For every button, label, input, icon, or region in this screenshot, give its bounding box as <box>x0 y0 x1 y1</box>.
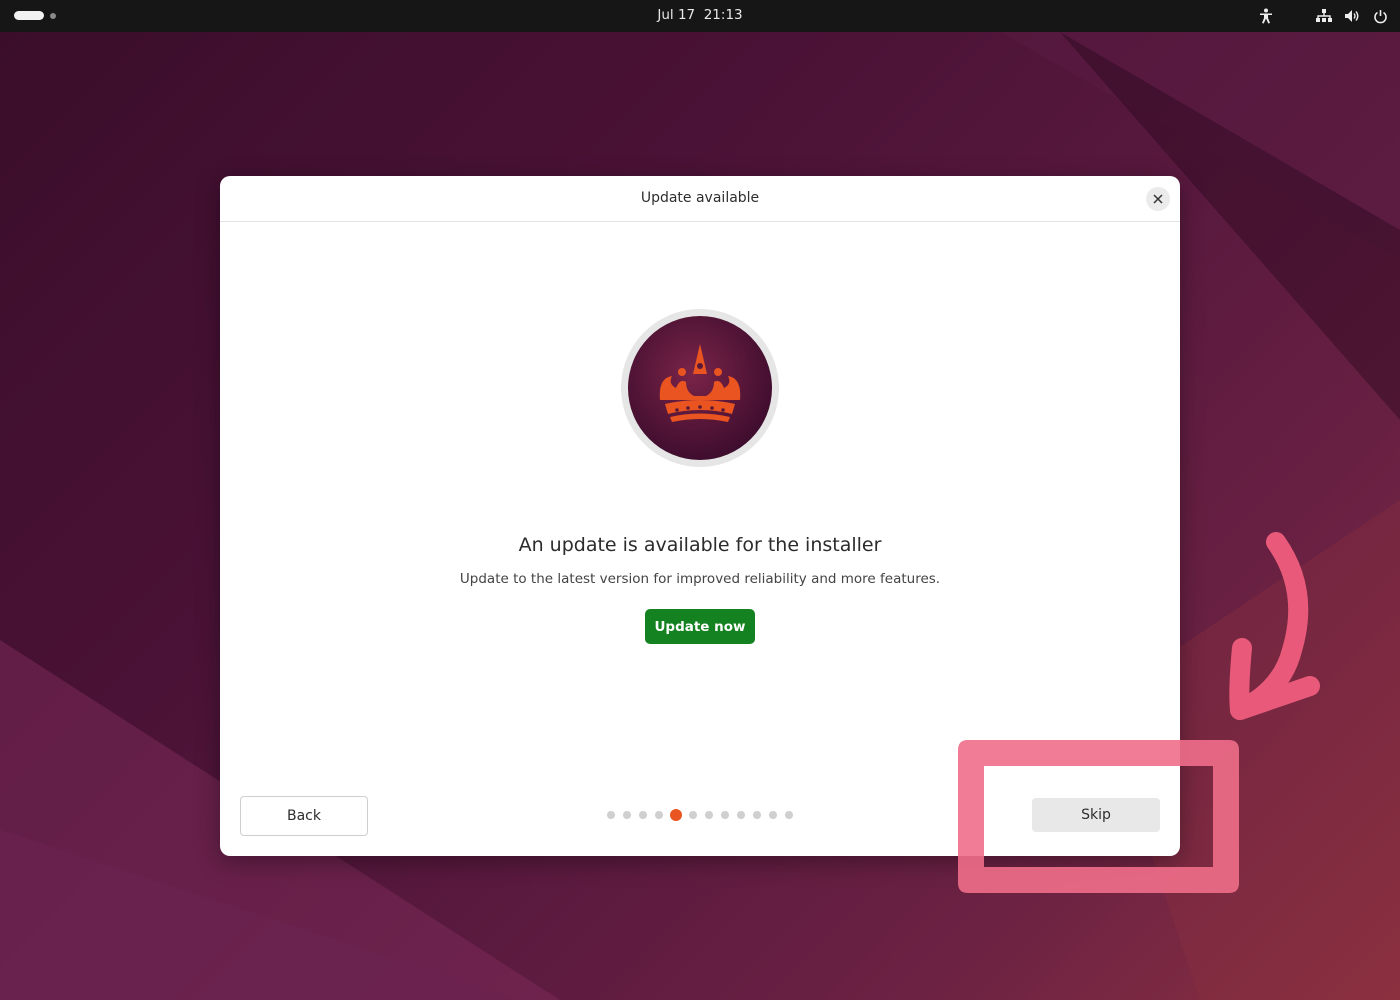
pager-dot <box>752 810 762 820</box>
pager-dot <box>688 810 698 820</box>
update-now-button[interactable]: Update now <box>645 609 755 644</box>
dialog-description: Update to the latest version for improve… <box>459 571 941 587</box>
close-icon <box>1153 194 1163 204</box>
volume-icon[interactable] <box>1342 7 1362 25</box>
pager-dot <box>654 810 664 820</box>
pager-dot <box>784 810 794 820</box>
pager-dot <box>606 810 616 820</box>
update-dialog: Update available An update is available … <box>220 176 1180 856</box>
pager-dot <box>638 810 648 820</box>
pager-dot <box>704 810 714 820</box>
pager-dot-active <box>670 809 682 821</box>
dialog-header: Update available <box>220 176 1180 222</box>
pager-dot <box>736 810 746 820</box>
step-pager <box>606 809 794 821</box>
accessibility-icon[interactable] <box>1256 7 1276 25</box>
dialog-title: Update available <box>640 190 760 206</box>
top-bar: Jul 17 21:13 <box>0 0 1400 32</box>
pager-dot <box>720 810 730 820</box>
back-button[interactable]: Back <box>240 796 368 836</box>
network-icon[interactable] <box>1314 7 1334 25</box>
clock[interactable]: Jul 17 21:13 <box>0 7 1400 23</box>
system-tray[interactable] <box>1256 7 1390 25</box>
close-button[interactable] <box>1146 187 1170 211</box>
pager-dot <box>622 810 632 820</box>
skip-button[interactable]: Skip <box>1032 798 1160 832</box>
power-icon[interactable] <box>1370 7 1390 25</box>
installer-logo <box>620 308 780 468</box>
dialog-heading: An update is available for the installer <box>518 534 882 556</box>
pager-dot <box>768 810 778 820</box>
